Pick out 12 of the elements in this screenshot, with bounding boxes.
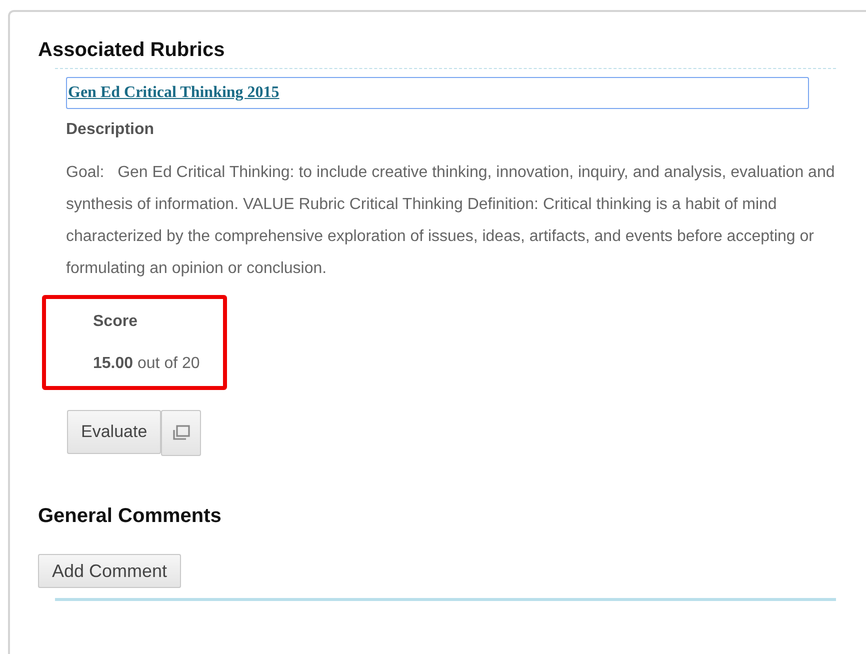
evaluate-button[interactable]: Evaluate [67,410,162,454]
description-text: Goal: Gen Ed Critical Thinking: to include creative thinking, innovation, inquiry, and analysis, evaluation and synthesis of information. VALUE Rubric Critical Thinking Definition: Critical thinking is a habit of mind characterized by the comprehensive exploration of issues, ideas, artifacts, and events before accepting or formulating an opinion or conclusion. [66,163,836,279]
section-heading: Associated Rubrics [38,38,226,63]
rubric-link[interactable]: Gen Ed Critical Thinking 2015 [66,77,809,109]
section-heading: General Comments [38,504,222,529]
score-total: out of 20 [138,355,200,372]
score-label: Score [93,313,138,331]
score-value: 15.00 [93,355,134,372]
windows-icon [171,424,192,442]
add-comment-button[interactable]: Add Comment [38,554,182,588]
description-label: Description [66,121,156,139]
popout-button[interactable] [161,410,202,456]
